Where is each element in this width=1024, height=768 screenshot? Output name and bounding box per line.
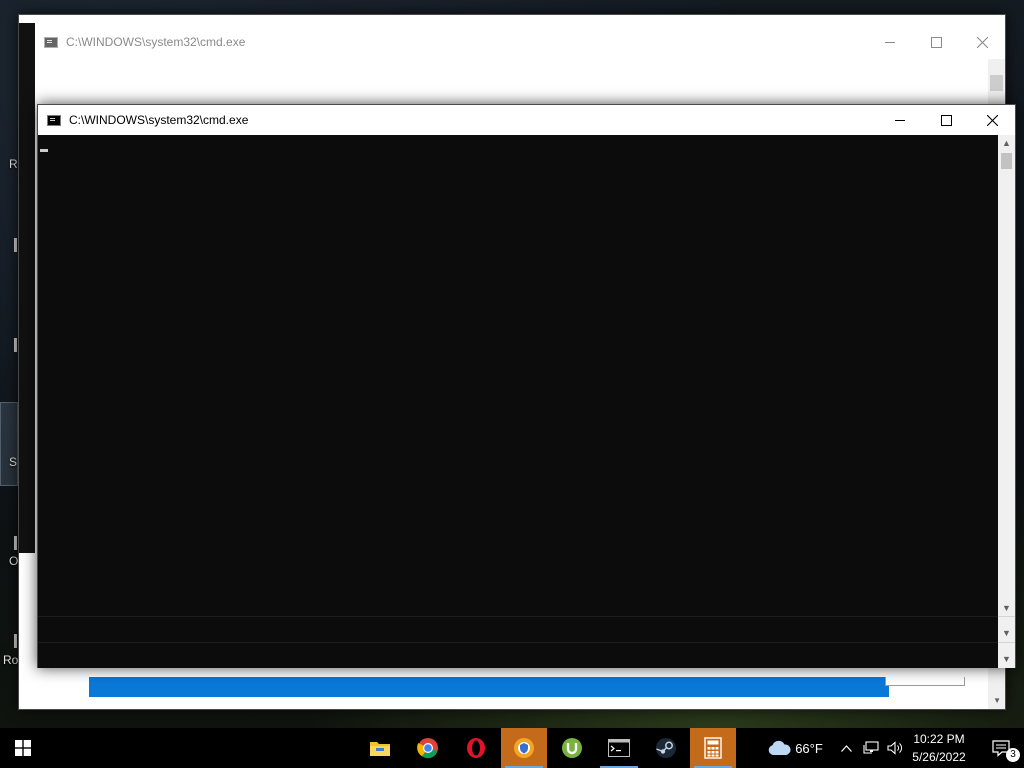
cmd-window[interactable]: C:\WINDOWS\system32\cmd.exe ▲ ▼ ▼ ▼ [37, 104, 1016, 668]
desktop-selected-tile[interactable] [0, 402, 18, 486]
taskbar-utorrent[interactable] [549, 728, 595, 768]
cmd-icon [44, 36, 58, 48]
scroll-down-arrow-icon[interactable]: ▼ [998, 651, 1015, 667]
secure-browser-icon [514, 738, 534, 758]
desktop-icon-label[interactable]: R [9, 157, 18, 171]
minimize-button[interactable] [877, 105, 923, 135]
chevron-up-icon [840, 744, 852, 752]
console-separator [38, 642, 999, 643]
notification-count-badge: 3 [1006, 748, 1020, 762]
close-button[interactable] [969, 105, 1015, 135]
network-icon [863, 741, 879, 754]
system-clock[interactable]: 10:22 PM 5/26/2022 [906, 730, 972, 766]
scroll-up-arrow-icon[interactable]: ▲ [998, 135, 1015, 151]
taskbar-opera[interactable] [453, 728, 499, 768]
window-controls [877, 105, 1015, 135]
chrome-icon [417, 738, 438, 759]
taskbar-command-prompt[interactable] [596, 728, 642, 768]
clock-date: 5/26/2022 [912, 750, 966, 764]
console-separator [38, 616, 999, 617]
scroll-down-arrow-icon[interactable]: ▼ [998, 600, 1015, 616]
window-controls [867, 27, 1005, 57]
text-cursor [40, 149, 48, 152]
close-button[interactable] [959, 27, 1005, 57]
scroll-down-arrow-icon[interactable]: ▼ [993, 696, 1001, 705]
windows-start-icon [15, 740, 31, 756]
maximize-button[interactable] [913, 27, 959, 57]
scrollbar-divider [998, 616, 1015, 617]
scrollbar-divider [998, 642, 1015, 643]
calculator-icon [704, 737, 722, 759]
title-bar[interactable]: C:\WINDOWS\system32\cmd.exe [35, 27, 1005, 57]
weather-widget[interactable]: 66°F [756, 728, 834, 768]
progress-bar [89, 677, 889, 697]
taskbar-secure-browser[interactable] [501, 728, 547, 768]
window-title: C:\WINDOWS\system32\cmd.exe [66, 35, 246, 49]
input-box[interactable] [885, 677, 965, 686]
close-icon [986, 114, 998, 126]
cloud-icon [768, 740, 791, 755]
weather-temperature: 66°F [795, 740, 823, 756]
action-center-button[interactable]: 3 [978, 728, 1024, 768]
window-title: C:\WINDOWS\system32\cmd.exe [69, 113, 249, 127]
taskbar-calculator[interactable] [690, 728, 736, 768]
clock-time: 10:22 PM [913, 732, 965, 746]
desktop-icon-fragment [14, 338, 17, 352]
taskbar-file-explorer[interactable] [357, 728, 403, 768]
desktop-icon-fragment [14, 634, 17, 648]
scrollbar-thumb[interactable] [990, 75, 1003, 91]
volume-button[interactable] [884, 728, 906, 768]
utorrent-icon [562, 738, 582, 758]
steam-icon [656, 738, 676, 758]
taskbar-steam[interactable] [643, 728, 689, 768]
desktop-icon-label[interactable]: Ro [3, 653, 18, 667]
console-output[interactable] [38, 135, 999, 668]
scrollbar-thumb[interactable] [1001, 153, 1012, 169]
scroll-down-arrow-icon[interactable]: ▼ [998, 625, 1015, 641]
cmd-icon [47, 114, 61, 126]
show-hidden-icons-button[interactable] [836, 728, 856, 768]
desktop-icon-label[interactable]: O [9, 554, 18, 568]
speaker-icon [887, 741, 902, 755]
desktop-icon-fragment [14, 536, 17, 550]
desktop-icon-label[interactable]: S [9, 455, 17, 469]
network-button[interactable] [860, 728, 882, 768]
minimize-button[interactable] [867, 27, 913, 57]
start-button[interactable] [0, 728, 46, 768]
maximize-button[interactable] [923, 105, 969, 135]
vertical-scrollbar[interactable]: ▲ ▼ ▼ ▼ [998, 135, 1015, 668]
taskbar: 66°F 10:22 PM 5/26/2022 3 [0, 728, 1024, 768]
close-icon [976, 36, 988, 48]
taskbar-chrome[interactable] [405, 728, 451, 768]
desktop-icon-fragment [14, 238, 17, 252]
command-prompt-icon [608, 739, 630, 757]
title-bar[interactable]: C:\WINDOWS\system32\cmd.exe [38, 105, 1015, 135]
file-explorer-icon [370, 742, 390, 756]
window-edge [19, 23, 35, 553]
opera-icon [467, 738, 485, 758]
